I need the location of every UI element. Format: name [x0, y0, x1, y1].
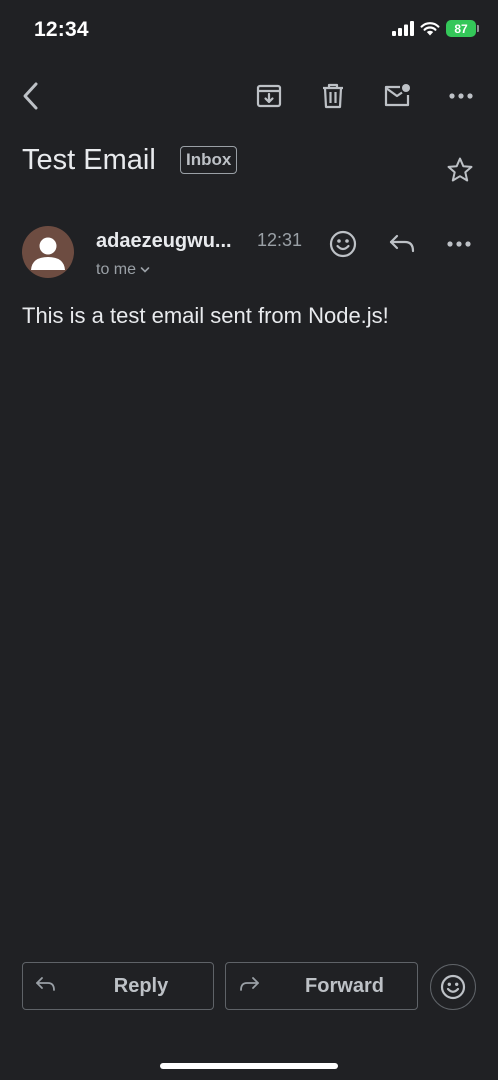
chevron-down-icon: [140, 267, 150, 273]
inbox-label[interactable]: Inbox: [180, 146, 238, 174]
battery-level: 87: [454, 21, 468, 36]
delete-button[interactable]: [310, 72, 356, 120]
sender-row: adaezeugwu... 12:31 to me: [22, 226, 484, 286]
recipient-label: to me: [96, 261, 137, 278]
emoji-icon: [329, 230, 357, 258]
subject-row: Test Email Inbox: [22, 140, 480, 190]
reply-label: Reply: [113, 974, 169, 997]
reply-icon-button[interactable]: [381, 226, 423, 262]
toolbar: [0, 72, 498, 120]
react-button[interactable]: [322, 226, 364, 262]
sender-name[interactable]: adaezeugwu...: [96, 230, 232, 253]
more-options-button[interactable]: [438, 72, 484, 120]
status-icons: 87: [392, 20, 479, 37]
email-subject: Test Email: [22, 144, 156, 176]
status-bar: 12:34 87: [0, 0, 498, 60]
home-indicator[interactable]: [160, 1063, 338, 1069]
back-icon: [23, 82, 38, 110]
star-button[interactable]: [440, 150, 480, 190]
wifi-icon: [420, 22, 440, 36]
reply-icon: [389, 234, 415, 253]
back-button[interactable]: [8, 72, 54, 120]
mark-unread-icon: [384, 84, 410, 107]
emoji-icon: [440, 974, 466, 1000]
signal-icon: [392, 21, 414, 36]
delete-icon: [323, 83, 343, 109]
star-icon: [447, 157, 473, 182]
archive-icon: [256, 84, 282, 108]
message-time: 12:31: [257, 230, 303, 250]
person-icon: [31, 237, 65, 270]
mark-unread-button[interactable]: [374, 72, 420, 120]
status-time: 12:34: [34, 18, 89, 41]
message-body: This is a test email sent from Node.js!: [22, 303, 389, 328]
reply-button[interactable]: Reply: [22, 962, 214, 1010]
more-icon: [449, 93, 473, 99]
archive-button[interactable]: [246, 72, 292, 120]
message-more-button[interactable]: [438, 226, 480, 262]
avatar[interactable]: [22, 226, 74, 278]
more-icon: [447, 241, 471, 247]
forward-button[interactable]: Forward: [225, 962, 418, 1010]
bottom-action-bar: Reply Forward: [22, 962, 476, 1014]
battery-indicator: 87: [446, 20, 479, 37]
forward-label: Forward: [305, 974, 384, 997]
recipient-toggle[interactable]: to me: [96, 261, 150, 279]
react-emoji-button[interactable]: [430, 964, 476, 1010]
